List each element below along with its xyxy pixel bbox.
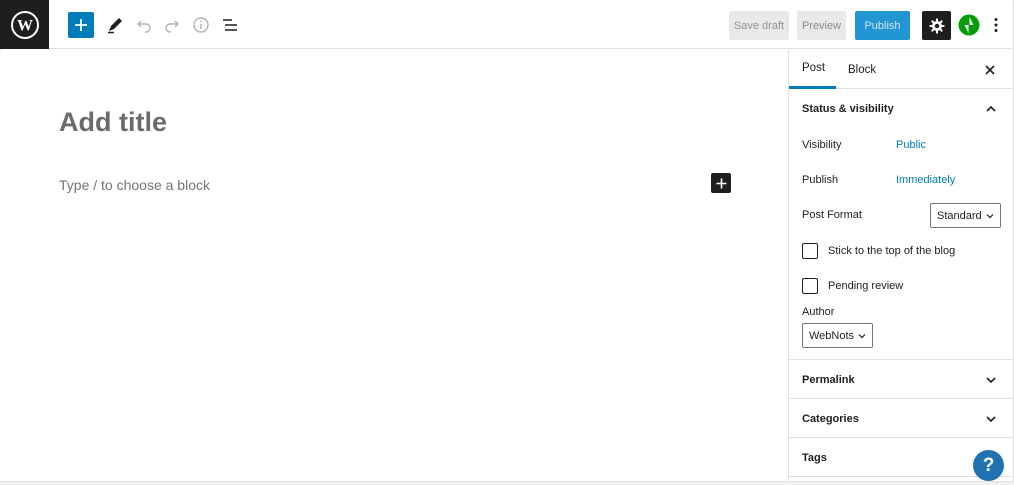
chevron-up-icon (986, 105, 996, 112)
preview-button[interactable]: Preview (797, 11, 846, 40)
add-block-button[interactable] (68, 12, 94, 38)
close-sidebar-button[interactable] (982, 62, 998, 78)
details-info-button[interactable] (188, 12, 214, 38)
post-format-value: Standard (937, 209, 982, 222)
post-title-input[interactable]: Add title (59, 107, 167, 138)
post-format-label: Post Format (802, 209, 862, 221)
author-value: WebNots (809, 329, 855, 342)
tab-post[interactable]: Post (789, 50, 836, 89)
info-icon (193, 17, 209, 33)
status-visibility-panel-toggle[interactable]: Status & visibility (789, 89, 1014, 128)
undo-icon (136, 20, 151, 33)
more-options-button[interactable] (989, 13, 1003, 37)
editor-canvas[interactable]: Add title Type / to choose a block (0, 50, 788, 481)
chevron-down-icon (858, 334, 866, 339)
visibility-label: Visibility (802, 139, 842, 151)
permalink-panel-toggle[interactable]: Permalink (789, 360, 1014, 399)
post-format-select[interactable]: Standard (930, 203, 1001, 228)
tools-pencil-button[interactable] (102, 12, 128, 38)
jetpack-icon (958, 14, 980, 36)
panel-title: Tags (802, 451, 827, 464)
chevron-down-icon (986, 377, 996, 384)
bottom-edge (0, 481, 1014, 485)
sticky-label: Stick to the top of the blog (828, 245, 956, 257)
undo-button[interactable] (131, 12, 157, 38)
chevron-down-icon (986, 214, 994, 219)
wordpress-logo-icon[interactable]: W (0, 0, 49, 49)
visibility-link[interactable]: Public (896, 139, 926, 151)
pending-review-label: Pending review (828, 280, 904, 292)
sticky-checkbox[interactable] (802, 243, 818, 259)
panel-title: Permalink (802, 373, 855, 386)
panel-title: Categories (802, 412, 859, 425)
redo-button[interactable] (159, 12, 185, 38)
author-select[interactable]: WebNots (802, 323, 873, 348)
block-placeholder[interactable]: Type / to choose a block (59, 177, 210, 193)
panel-title: Status & visibility (802, 102, 894, 115)
top-toolbar: W Save draft Preview Publish (0, 0, 1012, 49)
pencil-icon (108, 18, 122, 34)
close-icon (985, 65, 995, 75)
tab-block[interactable]: Block (848, 50, 876, 89)
sidebar-tabs: Post Block (789, 50, 1014, 89)
pending-review-checkbox[interactable] (802, 278, 818, 294)
svg-text:W: W (17, 17, 33, 34)
gear-icon (929, 18, 944, 33)
author-label: Author (802, 306, 835, 318)
redo-icon (165, 20, 180, 33)
list-view-button[interactable] (217, 12, 243, 38)
plus-icon (75, 19, 87, 31)
plus-icon (716, 178, 726, 188)
jetpack-button[interactable] (958, 14, 980, 36)
help-button[interactable]: ? (973, 450, 1004, 481)
inline-block-inserter-button[interactable] (711, 173, 731, 193)
publish-button[interactable]: Publish (855, 11, 910, 40)
settings-button[interactable] (922, 11, 951, 40)
categories-panel-toggle[interactable]: Categories (789, 399, 1014, 438)
list-view-icon (223, 19, 237, 31)
publish-label: Publish (802, 174, 839, 186)
settings-sidebar: Post Block Status & visibility Visibilit… (788, 50, 1014, 481)
chevron-down-icon (986, 416, 996, 423)
more-vertical-icon (994, 18, 998, 32)
save-draft-button[interactable]: Save draft (729, 11, 789, 40)
publish-date-link[interactable]: Immediately (896, 174, 955, 186)
